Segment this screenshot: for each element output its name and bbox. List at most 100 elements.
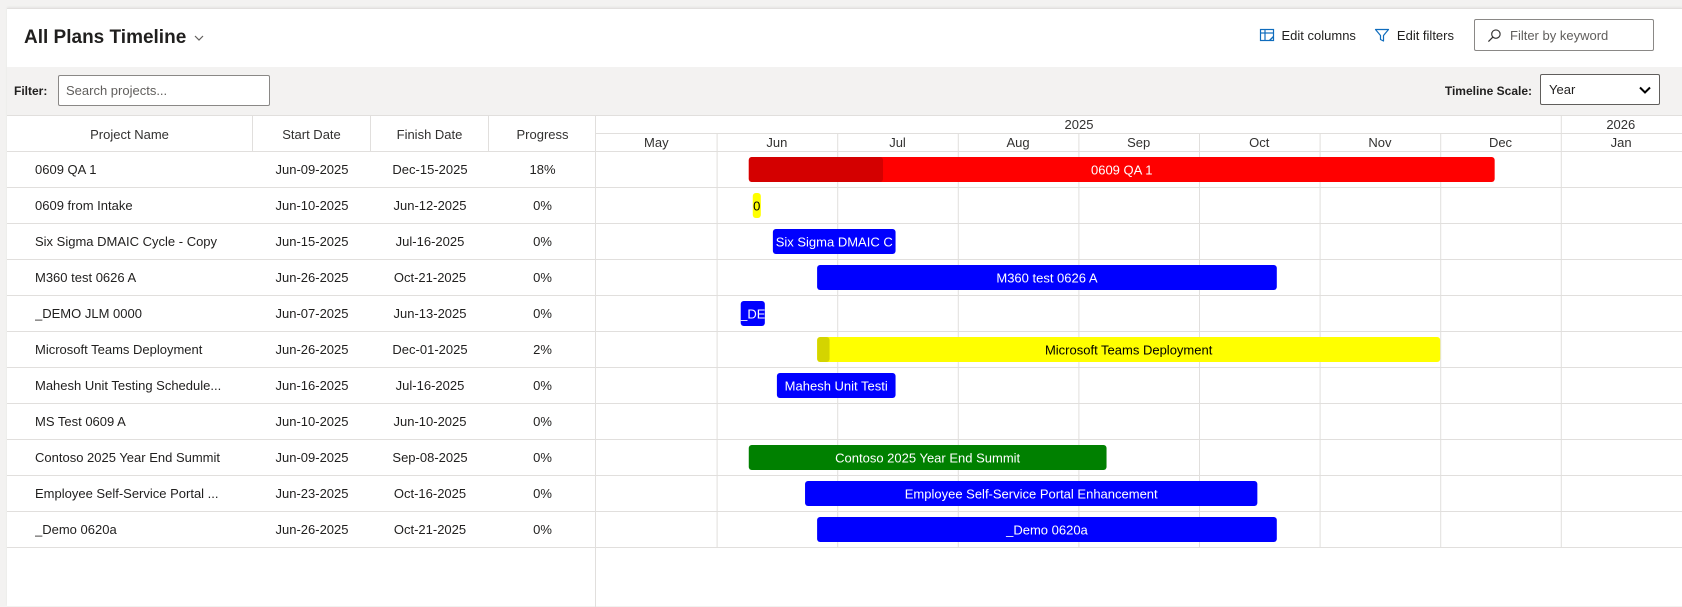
start-date-cell: Jun-26-2025 — [275, 522, 349, 537]
header-actions: Edit columns Edit filters Filter by keyw… — [1259, 19, 1654, 51]
start-date-cell: Jun-09-2025 — [275, 162, 349, 177]
edit-columns-button[interactable]: Edit columns — [1259, 19, 1356, 51]
table-row[interactable]: M360 test 0626 A Jun-26-2025 Oct-21-2025 0% — [7, 260, 596, 296]
keyword-filter-input[interactable]: Filter by keyword — [1474, 19, 1654, 51]
start-date-cell: Jun-23-2025 — [275, 486, 349, 501]
gantt-bar-label: Six Sigma DMAIC C — [776, 235, 893, 250]
finish-date-cell: Sep-08-2025 — [392, 450, 468, 465]
table-row[interactable]: 0609 from Intake Jun-10-2025 Jun-12-2025 0% — [7, 188, 596, 224]
start-date-cell: Jun-16-2025 — [275, 378, 349, 393]
gantt-bar-label: Mahesh Unit Testi — [785, 379, 888, 394]
finish-date-cell: Jun-13-2025 — [393, 306, 467, 321]
month-label: Sep — [1127, 135, 1150, 150]
filter-icon — [1374, 28, 1390, 42]
finish-date-cell: Oct-16-2025 — [393, 486, 467, 501]
start-date-cell: Jun-26-2025 — [275, 270, 349, 285]
chevron-down-icon — [1639, 86, 1651, 94]
finish-date-cell: Oct-21-2025 — [393, 522, 467, 537]
filter-label: Filter: — [14, 84, 48, 98]
column-header-start-date[interactable]: Start Date — [253, 116, 371, 152]
month-label: Dec — [1489, 135, 1513, 150]
finish-date-cell: Jun-10-2025 — [393, 414, 467, 429]
progress-cell: 0% — [533, 198, 552, 213]
year-label: 2026 — [1606, 117, 1635, 132]
start-date-cell: Jun-09-2025 — [275, 450, 349, 465]
edit-columns-label: Edit columns — [1281, 27, 1356, 43]
start-date-cell: Jun-15-2025 — [275, 234, 349, 249]
progress-cell: 0% — [533, 522, 552, 537]
finish-date-cell: Jul-16-2025 — [395, 234, 465, 249]
gantt-bar-label: Employee Self-Service Portal Enhancement — [905, 487, 1158, 502]
project-name-cell: 0609 from Intake — [35, 198, 133, 213]
table-row[interactable]: Six Sigma DMAIC Cycle - Copy Jun-15-2025 J… — [7, 224, 596, 260]
gantt-bar-label: 0 — [753, 199, 760, 214]
gantt-bar-progress — [817, 337, 830, 362]
project-name-cell: _Demo 0620a — [35, 522, 117, 537]
start-date-cell: Jun-10-2025 — [275, 414, 349, 429]
gantt-bar-label: _DE — [739, 307, 766, 322]
page-title: All Plans Timeline — [24, 27, 187, 48]
gantt-bar-progress — [748, 157, 884, 182]
timeline-scale-label: Timeline Scale: — [1444, 84, 1532, 98]
month-label: Aug — [1007, 135, 1030, 150]
table-header: Project Name Start Date Finish Date Prog… — [7, 115, 596, 152]
table-row[interactable]: Microsoft Teams Deployment Jun-26-2025 Dec… — [7, 332, 596, 368]
edit-filters-label: Edit filters — [1396, 27, 1454, 43]
project-name-cell: Mahesh Unit Testing Schedule... — [35, 378, 222, 393]
view-selector[interactable]: All Plans Timeline — [24, 27, 204, 49]
edit-filters-button[interactable]: Edit filters — [1374, 19, 1454, 51]
gantt-bar-label: _Demo 0620a — [1005, 523, 1088, 538]
gantt-bar-label: 0609 QA 1 — [1091, 163, 1152, 178]
column-header-finish-date[interactable]: Finish Date — [371, 116, 489, 152]
finish-date-cell: Dec-15-2025 — [392, 162, 468, 177]
progress-cell: 0% — [533, 270, 552, 285]
progress-cell: 0% — [533, 414, 552, 429]
table-row[interactable]: Mahesh Unit Testing Schedule... Jun-16-20… — [7, 368, 596, 404]
finish-date-cell: Oct-21-2025 — [393, 270, 467, 285]
gantt-bar-label: Contoso 2025 Year End Summit — [835, 451, 1020, 466]
timeline-card: All Plans Timeline Edit columns Edit fil… — [7, 8, 1682, 607]
table-row[interactable]: _Demo 0620a Jun-26-2025 Oct-21-2025 0% — [7, 512, 596, 548]
project-name-cell: MS Test 0609 A — [35, 414, 126, 429]
start-date-cell: Jun-10-2025 — [275, 198, 349, 213]
progress-cell: 2% — [533, 342, 552, 357]
start-date-cell: Jun-26-2025 — [275, 342, 349, 357]
column-header-project-name[interactable]: Project Name — [7, 116, 253, 152]
progress-cell: 0% — [533, 234, 552, 249]
plans-grid: Project Name Start Date Finish Date Prog… — [7, 115, 1682, 607]
year-label: 2025 — [1065, 117, 1094, 132]
table-row[interactable]: Employee Self-Service Portal ... Jun-23-2… — [7, 476, 596, 512]
progress-cell: 18% — [529, 162, 556, 177]
gantt-bar-label: M360 test 0626 A — [996, 271, 1098, 286]
finish-date-cell: Dec-01-2025 — [392, 342, 468, 357]
month-label: May — [644, 135, 669, 150]
progress-cell: 0% — [533, 378, 552, 393]
table-row[interactable]: Contoso 2025 Year End Summit Jun-09-2025 S… — [7, 440, 596, 476]
gantt-bar-label: Microsoft Teams Deployment — [1045, 343, 1213, 358]
gantt-timeline: 2025 2026 May Jun Jul Aug Sep Oct Nov Dec Jan 0609 … — [596, 115, 1682, 607]
projects-table: Project Name Start Date Finish Date Prog… — [7, 115, 596, 607]
month-label: Jan — [1611, 135, 1632, 150]
month-label: Jul — [889, 135, 906, 150]
table-row[interactable]: MS Test 0609 A Jun-10-2025 Jun-10-2025 0% — [7, 404, 596, 440]
table-row[interactable]: _DEMO JLM 0000 Jun-07-2025 Jun-13-2025 0% — [7, 296, 596, 332]
search-projects-input[interactable] — [58, 75, 270, 106]
project-name-cell: Contoso 2025 Year End Summit — [35, 450, 221, 465]
project-name-cell: 0609 QA 1 — [35, 162, 97, 177]
project-name-cell: M360 test 0626 A — [35, 270, 137, 285]
column-header-progress[interactable]: Progress — [489, 116, 596, 152]
month-label: Nov — [1368, 135, 1392, 150]
gantt-chart: 2025 2026 May Jun Jul Aug Sep Oct Nov Dec Jan 0609 … — [596, 115, 1682, 548]
table-row[interactable]: 0609 QA 1 Jun-09-2025 Dec-15-2025 18% — [7, 152, 596, 188]
project-name-cell: _DEMO JLM 0000 — [35, 306, 142, 321]
progress-cell: 0% — [533, 450, 552, 465]
progress-cell: 0% — [533, 486, 552, 501]
finish-date-cell: Jun-12-2025 — [393, 198, 467, 213]
timeline-scale-value: Year — [1549, 82, 1576, 97]
month-label: Jun — [766, 135, 787, 150]
progress-cell: 0% — [533, 306, 552, 321]
page-header: All Plans Timeline Edit columns Edit fil… — [7, 9, 1682, 67]
project-name-cell: Microsoft Teams Deployment — [35, 342, 203, 357]
chevron-down-icon — [194, 35, 204, 41]
timeline-scale-select[interactable]: Year — [1540, 74, 1660, 105]
